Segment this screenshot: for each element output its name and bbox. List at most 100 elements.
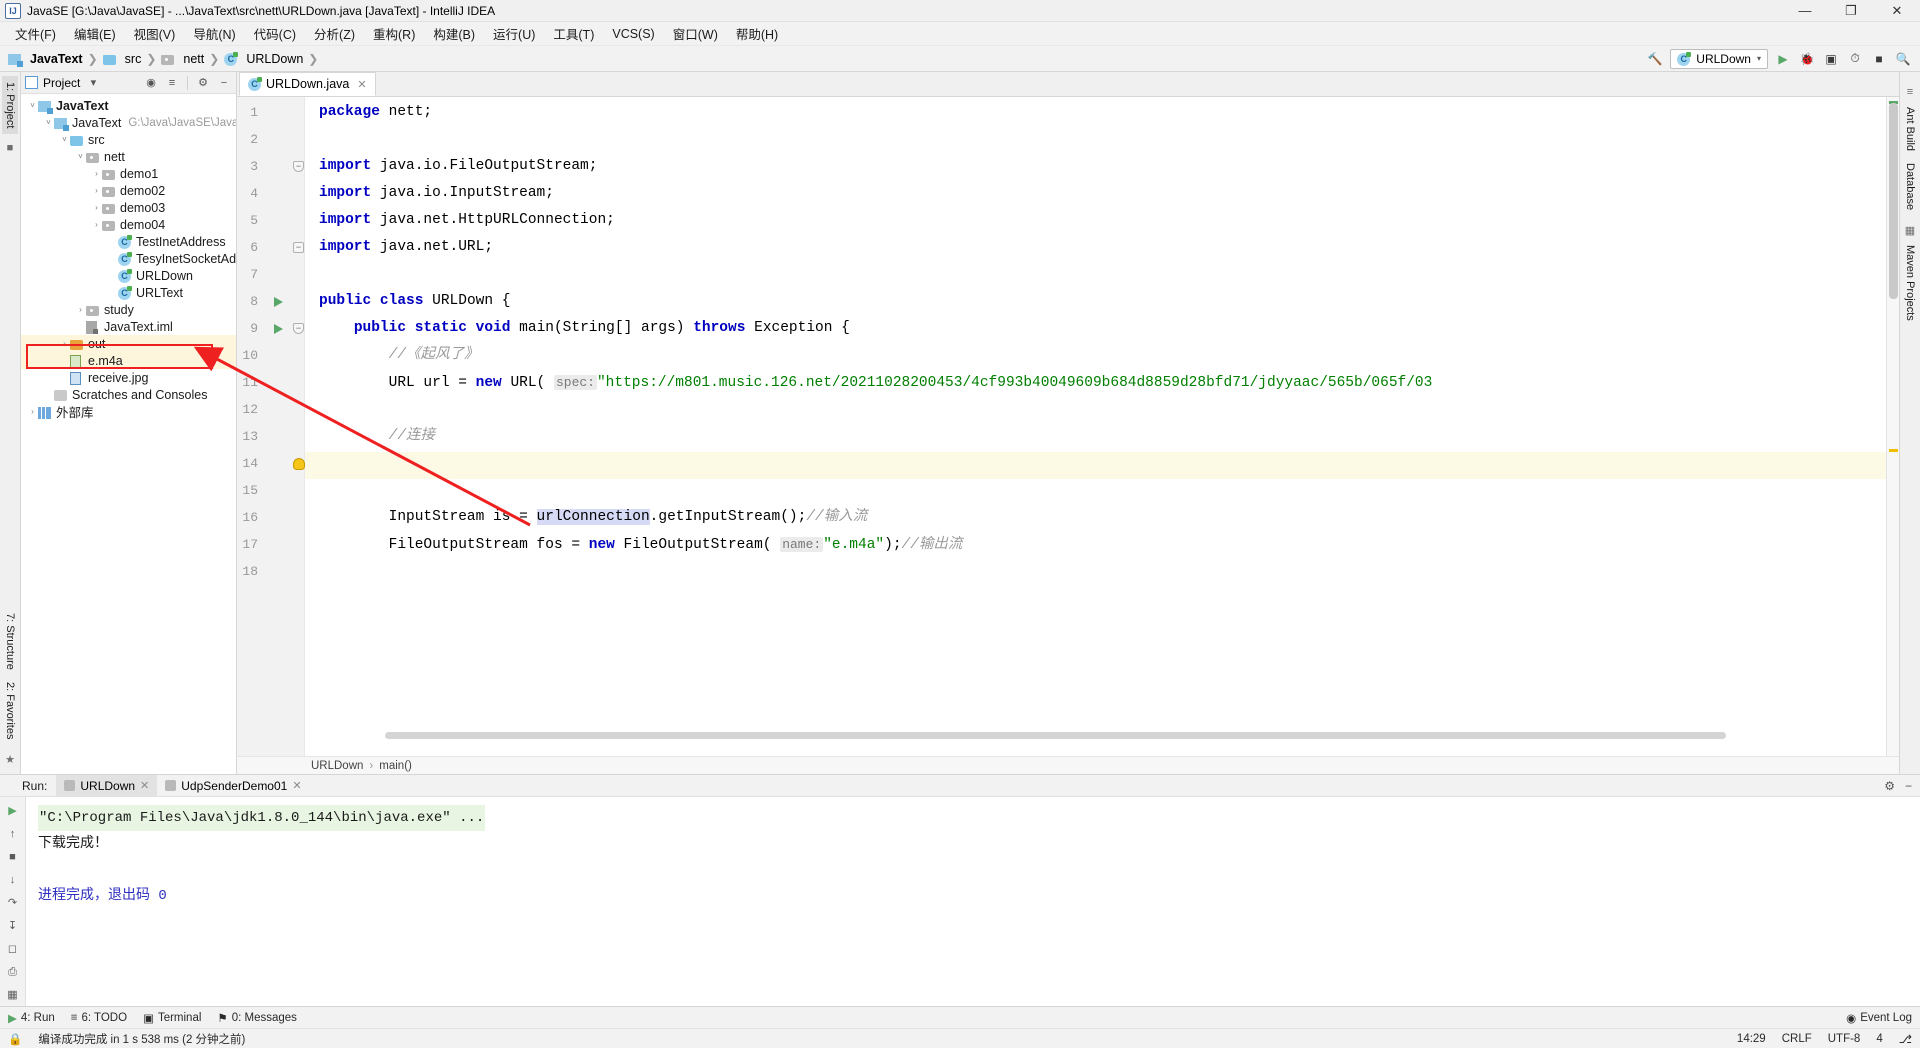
chevron-right-icon[interactable]: › <box>59 339 70 348</box>
sidebar-tab-structure[interactable]: 7: Structure <box>2 607 18 676</box>
tree-item-testinetaddress[interactable]: C TestInetAddress <box>21 233 236 250</box>
chevron-down-icon[interactable]: ˅ <box>75 152 86 161</box>
tree-item-javatext[interactable]: ˅ JavaText G:\Java\JavaSE\JavaText <box>21 114 236 131</box>
chevron-right-icon[interactable]: › <box>75 305 86 314</box>
tree-item-demo1[interactable]: › demo1 <box>21 165 236 182</box>
run-gutter-icon[interactable] <box>273 296 285 309</box>
hide-icon[interactable]: − <box>216 75 232 91</box>
menu-run[interactable]: 运行(U) <box>484 21 544 46</box>
close-icon[interactable]: ✕ <box>140 779 149 792</box>
chevron-down-icon[interactable]: ˅ <box>27 101 38 110</box>
menu-refactor[interactable]: 重构(R) <box>364 21 424 46</box>
breadcrumb-javatext[interactable]: JavaText ❯ <box>8 52 103 67</box>
up-icon[interactable]: ↑ <box>5 826 21 842</box>
chevron-right-icon[interactable]: › <box>27 407 38 416</box>
collapse-all-icon[interactable]: ≡ <box>164 75 180 91</box>
tree-item-scratches-and-consoles[interactable]: Scratches and Consoles <box>21 386 236 403</box>
breadcrumb-urldown[interactable]: C URLDown ❯ <box>224 51 323 66</box>
sidebar-tab-ant-build[interactable]: Ant Build <box>1902 101 1918 157</box>
code-line-13[interactable]: //连接 <box>319 428 435 445</box>
code-line-11[interactable]: URL url = new URL( spec: "https://m801.mu… <box>319 374 1432 392</box>
database-icon[interactable]: ▦ <box>1903 224 1918 239</box>
tree-item-out[interactable]: › out <box>21 335 236 352</box>
tree-item-urldown[interactable]: C URLDown <box>21 267 236 284</box>
tree-item-javatext-iml[interactable]: JavaText.iml <box>21 318 236 335</box>
maximize-button[interactable]: ❐ <box>1828 0 1874 22</box>
code-line-4[interactable]: import java.io.InputStream; <box>319 185 554 202</box>
run-gutter-icon[interactable] <box>273 323 285 336</box>
print-icon[interactable]: ⎙ <box>5 964 21 980</box>
menu-window[interactable]: 窗口(W) <box>664 21 727 46</box>
code-line-16[interactable]: InputStream is = urlConnection.getInputS… <box>319 509 867 526</box>
menu-navigate[interactable]: 导航(N) <box>184 21 244 46</box>
menu-vcs[interactable]: VCS(S) <box>603 24 663 44</box>
tree-item-study[interactable]: › study <box>21 301 236 318</box>
code-line-8[interactable]: public class URLDown { <box>319 293 510 310</box>
editor-gutter[interactable]: 1 2 3−4 5 6−7 8 9−10 11 12 13 14 15 16 17 18 <box>237 97 305 756</box>
target-icon[interactable]: ◉ <box>143 75 159 91</box>
menu-edit[interactable]: 编辑(E) <box>65 21 125 46</box>
breadcrumb-method[interactable]: main() <box>379 760 412 772</box>
menu-view[interactable]: 视图(V) <box>125 21 185 46</box>
menu-analyze[interactable]: 分析(Z) <box>305 21 364 46</box>
minimize-icon[interactable]: − <box>1905 779 1912 793</box>
tree-item-tesyinetsocketaddress[interactable]: CTesyInetSocketAddress <box>21 250 236 267</box>
tree-item-demo04[interactable]: › demo04 <box>21 216 236 233</box>
minimize-button[interactable]: — <box>1782 0 1828 22</box>
code-line-10[interactable]: //《起风了》 <box>319 347 479 364</box>
editor-tab-urldown[interactable]: C URLDown.java ✕ <box>239 72 376 96</box>
status-tab-terminal[interactable]: ▣ Terminal <box>135 1011 209 1025</box>
code-line-5[interactable]: import java.net.HttpURLConnection; <box>319 212 615 229</box>
tree-item-demo03[interactable]: › demo03 <box>21 199 236 216</box>
close-icon[interactable]: ✕ <box>357 78 366 91</box>
status-tab-todo[interactable]: ≡ 6: TODO <box>63 1012 135 1024</box>
grid-icon[interactable]: ▦ <box>5 987 21 1003</box>
run-tab-urldown[interactable]: URLDown ✕ <box>56 774 158 797</box>
debug-icon[interactable]: 🐞 <box>1798 50 1816 68</box>
stop-icon[interactable]: ■ <box>1870 50 1888 68</box>
status-tab-run[interactable]: ▶ 4: Run <box>0 1011 63 1025</box>
camera-icon[interactable]: ◻ <box>5 941 21 957</box>
error-marker-strip[interactable] <box>1886 97 1899 756</box>
status-branch[interactable]: ⎇ <box>1891 1032 1920 1046</box>
folder-icon[interactable]: ■ <box>3 142 18 157</box>
breadcrumb-class[interactable]: URLDown <box>311 760 363 772</box>
code-fold-icon[interactable]: − <box>293 161 304 172</box>
status-line-separator[interactable]: CRLF <box>1774 1033 1820 1045</box>
hammer-icon[interactable]: 🔨 <box>1646 50 1664 68</box>
star-icon[interactable]: ★ <box>3 753 18 768</box>
rerun-icon[interactable]: ▶ <box>5 803 21 819</box>
tree-item-e-m4a[interactable]: e.m4a <box>21 352 236 369</box>
code-fold-icon[interactable]: − <box>293 242 304 253</box>
tree-item-demo02[interactable]: › demo02 <box>21 182 236 199</box>
stop-icon[interactable]: ■ <box>5 849 21 865</box>
tree-item-javatext[interactable]: ˅ JavaText <box>21 97 236 114</box>
status-tab-messages[interactable]: ⚑ 0: Messages <box>209 1011 305 1025</box>
soft-wrap-icon[interactable]: ↷ <box>5 895 21 911</box>
code-text-area[interactable]: FileOutputStream fos = new FileOutputStr… <box>305 97 1886 756</box>
gear-icon[interactable]: ⚙ <box>195 75 211 91</box>
tree-item--[interactable]: › 外部库 <box>21 403 236 420</box>
run-tab-udpsenderdemo01[interactable]: UdpSenderDemo01 ✕ <box>157 775 309 797</box>
gear-icon[interactable]: ⚙ <box>1884 779 1895 793</box>
tree-item-receive-jpg[interactable]: receive.jpg <box>21 369 236 386</box>
intention-bulb-icon[interactable] <box>293 458 305 470</box>
tree-item-src[interactable]: ˅ src <box>21 131 236 148</box>
code-line-6[interactable]: import java.net.URL; <box>319 239 493 256</box>
project-tree[interactable]: ˅JavaText˅JavaTextG:\Java\JavaSE\JavaTex… <box>21 94 236 774</box>
breadcrumb-src[interactable]: src ❯ <box>102 52 162 66</box>
coverage-icon[interactable]: ▣ <box>1822 50 1840 68</box>
horizontal-scrollbar[interactable] <box>385 732 1726 739</box>
down-icon[interactable]: ↓ <box>5 872 21 888</box>
chevron-down-icon[interactable]: ˅ <box>43 118 54 127</box>
sidebar-tab-database[interactable]: Database <box>1902 157 1918 216</box>
chevron-right-icon[interactable]: › <box>91 203 102 212</box>
sidebar-tab-maven-projects[interactable]: Maven Projects <box>1902 239 1918 327</box>
code-line-9[interactable]: public static void main(String[] args) t… <box>319 320 850 337</box>
status-encoding[interactable]: UTF-8 <box>1820 1033 1869 1045</box>
search-icon[interactable]: 🔍 <box>1894 50 1912 68</box>
code-fold-icon[interactable]: − <box>293 323 304 334</box>
chevron-right-icon[interactable]: › <box>91 186 102 195</box>
collapse-icon[interactable]: ≡ <box>1903 86 1918 101</box>
profiler-icon[interactable]: ⏱ <box>1846 50 1864 68</box>
